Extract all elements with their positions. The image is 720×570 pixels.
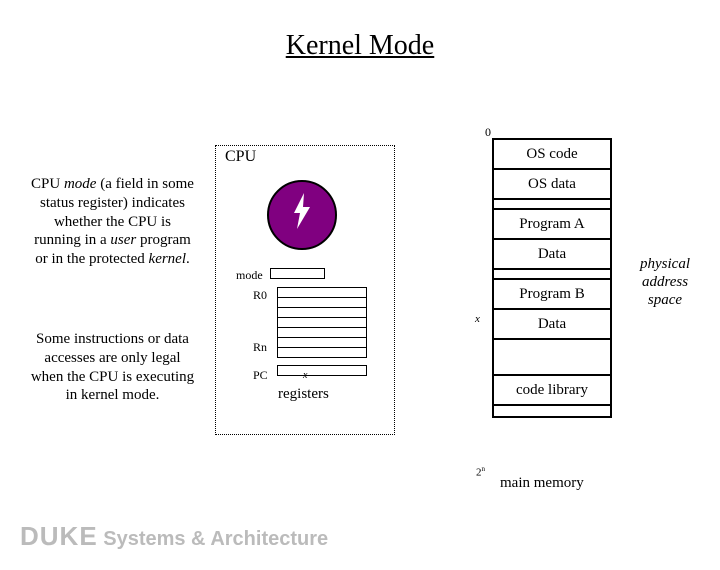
memory-address-x: x — [475, 313, 480, 325]
register-row — [277, 347, 367, 358]
lightning-bolt-icon — [289, 193, 315, 238]
memory-gap — [494, 406, 610, 416]
memory-address-2n: 2n — [476, 465, 485, 479]
description-cpu-mode: CPU mode (a field in some status registe… — [30, 175, 195, 269]
memory-address-zero: 0 — [485, 125, 491, 140]
duke-logo-text: DUKE — [20, 521, 98, 551]
mode-register-box — [270, 268, 325, 279]
footer-logo: DUKE Systems & Architecture — [20, 521, 328, 552]
mode-label: mode — [236, 268, 263, 283]
register-rn-label: Rn — [253, 340, 267, 355]
physical-address-space-label: physical address space — [625, 255, 705, 309]
memory-stack: OS code OS data Program A Data Program B… — [492, 138, 612, 418]
register-pc-row — [277, 365, 367, 376]
cpu-circle — [267, 180, 337, 250]
memory-gap — [494, 270, 610, 280]
memory-program-a: Program A — [494, 210, 610, 240]
description-kernel-instructions: Some instructions or data accesses are o… — [30, 330, 195, 405]
slide-title: Kernel Mode — [0, 30, 720, 62]
main-memory-label: main memory — [500, 475, 584, 492]
register-r0-label: R0 — [253, 288, 267, 303]
memory-os-code: OS code — [494, 140, 610, 170]
register-stack — [277, 288, 367, 376]
memory-gap — [494, 200, 610, 210]
cpu-label: CPU — [225, 148, 256, 166]
memory-gap — [494, 340, 610, 376]
registers-label: registers — [278, 386, 329, 403]
memory-data-b: Data — [494, 310, 610, 340]
footer-department: Systems & Architecture — [98, 528, 328, 550]
memory-os-data: OS data — [494, 170, 610, 200]
memory-data-a: Data — [494, 240, 610, 270]
memory-program-b: Program B — [494, 280, 610, 310]
register-pc-label: PC — [253, 368, 268, 383]
memory-code-library: code library — [494, 376, 610, 406]
